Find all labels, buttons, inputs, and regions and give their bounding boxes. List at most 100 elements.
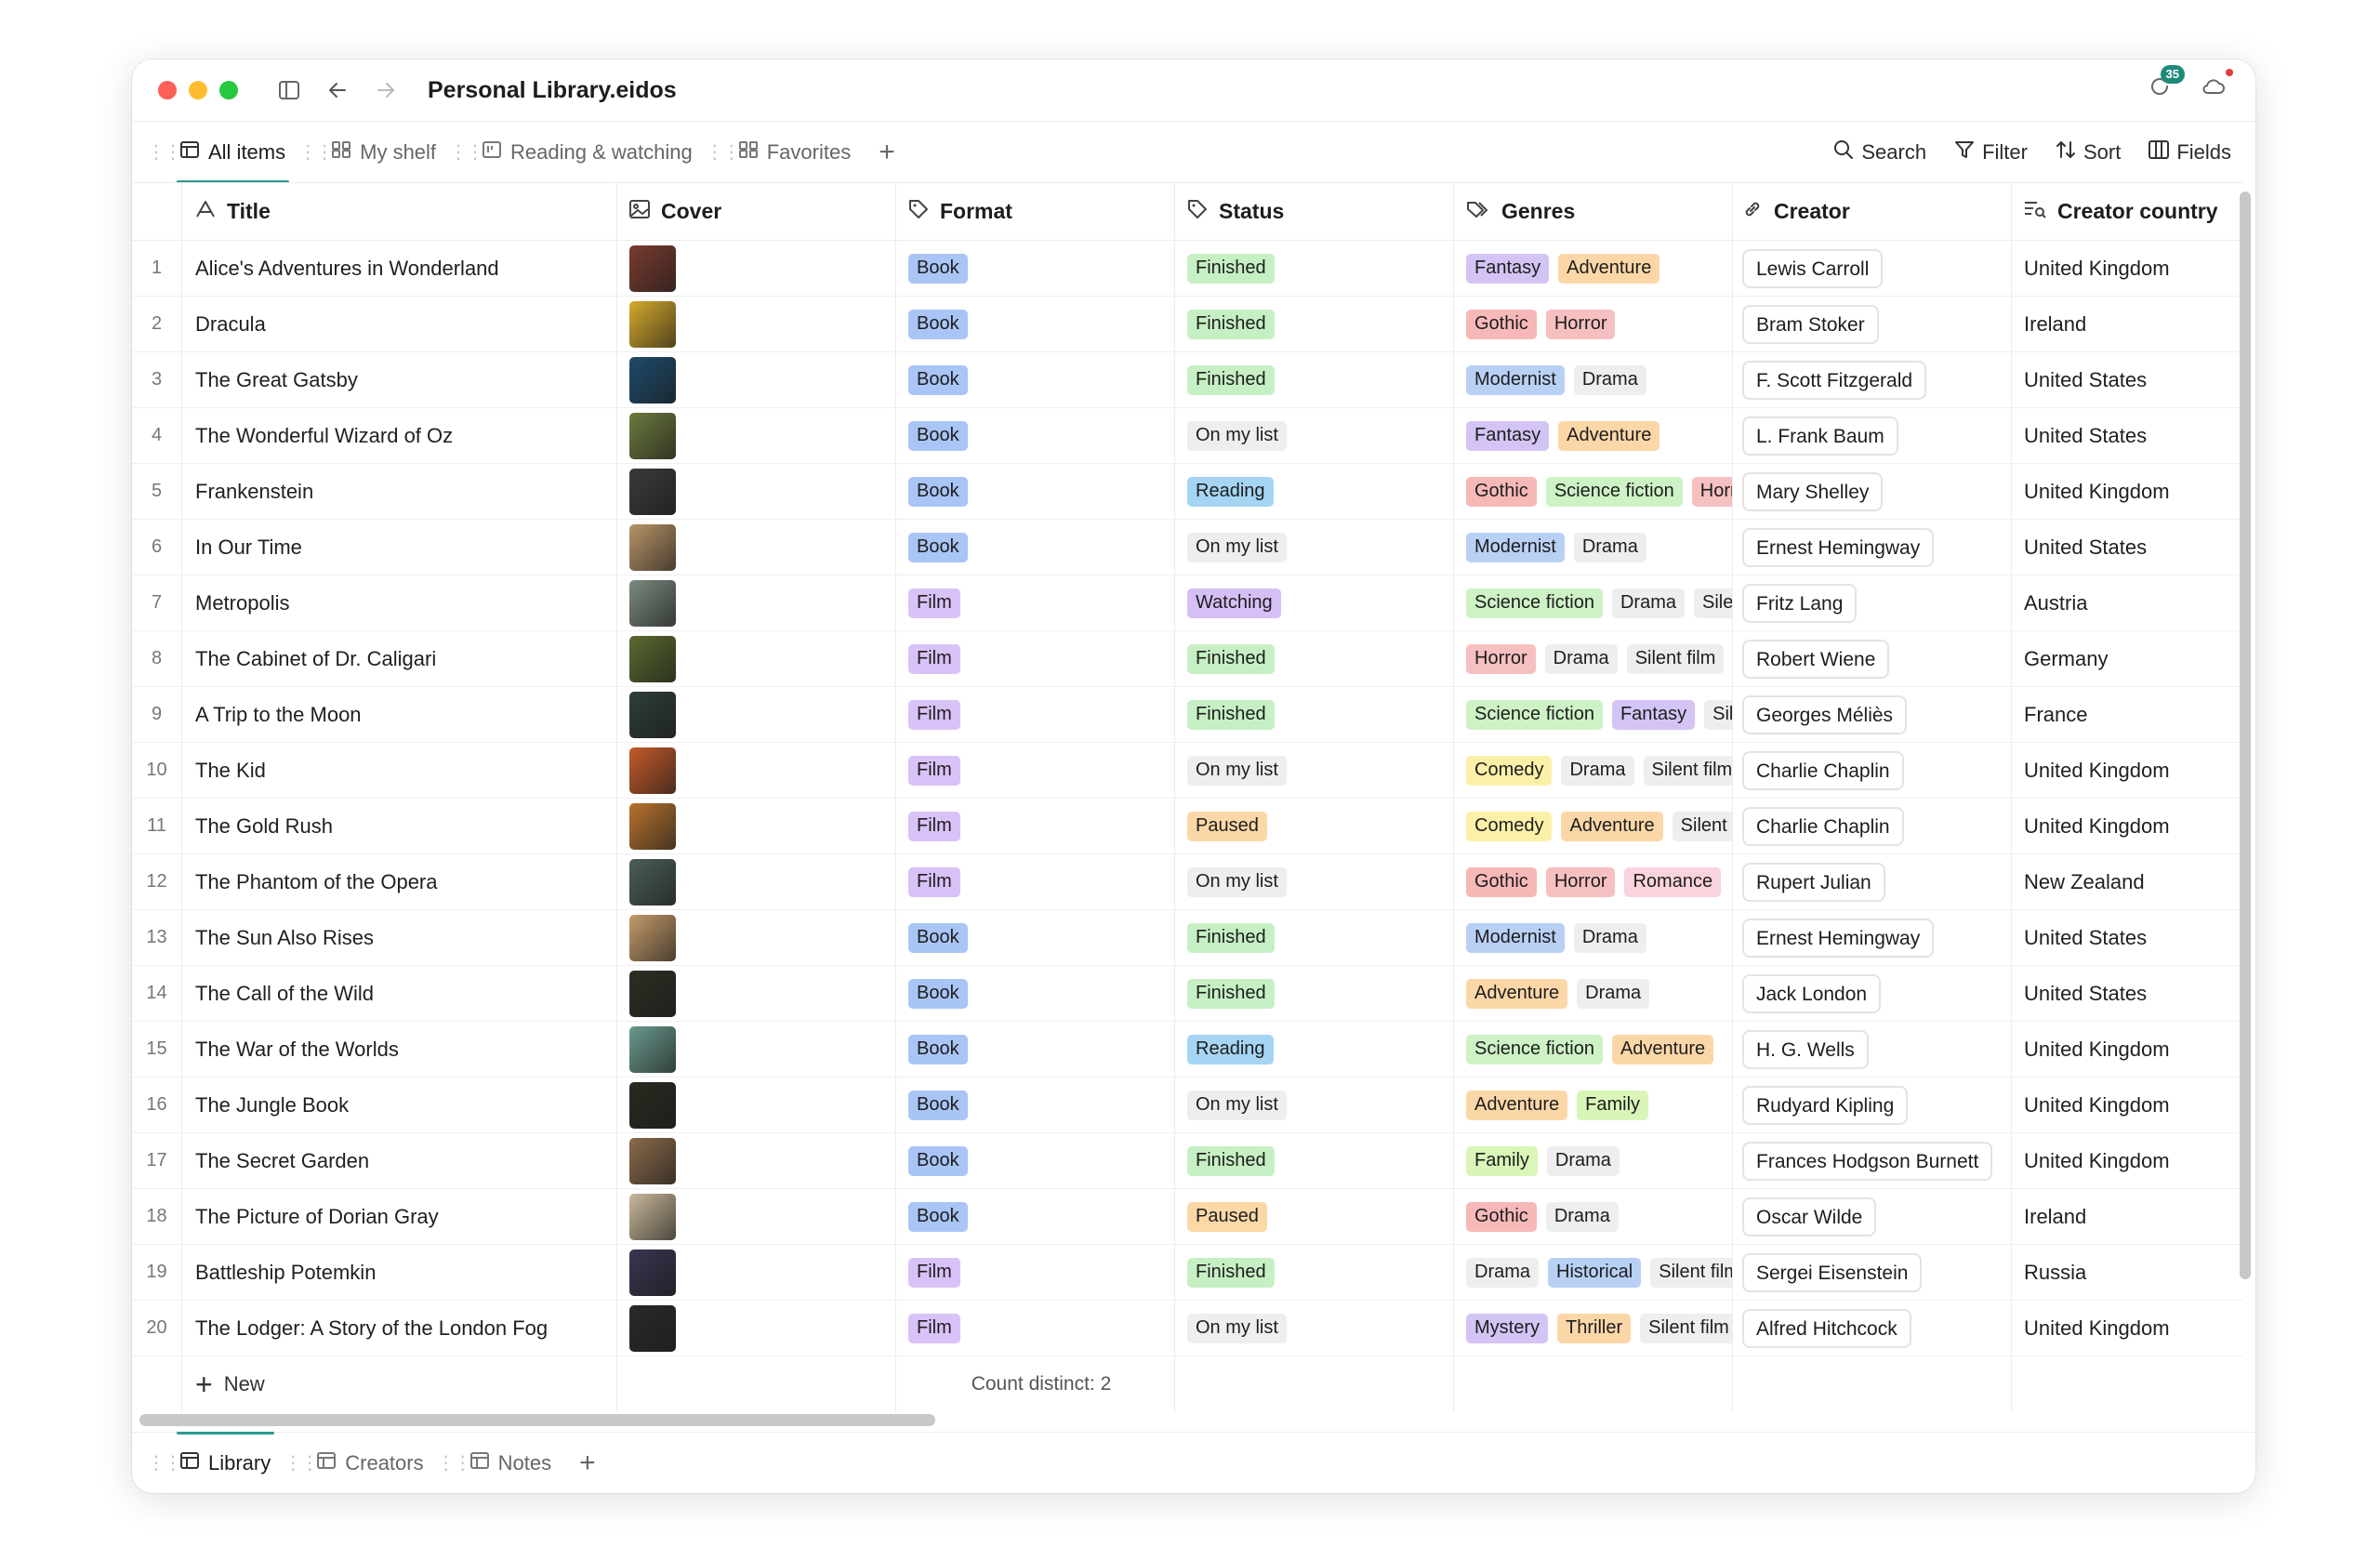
title-cell[interactable]: The Picture of Dorian Gray: [182, 1189, 617, 1244]
creator-country-cell[interactable]: Austria: [2012, 575, 2242, 630]
genres-cell[interactable]: Adventure Drama: [1454, 966, 1733, 1021]
zoom-window-button[interactable]: [219, 81, 238, 99]
drag-handle-icon[interactable]: ⋮⋮: [147, 1451, 182, 1474]
add-view-button[interactable]: +: [879, 137, 895, 168]
creator-cell[interactable]: Mary Shelley: [1733, 464, 2012, 519]
creator-link[interactable]: H. G. Wells: [1742, 1029, 1869, 1069]
title-cell[interactable]: Battleship Potemkin: [182, 1245, 617, 1300]
cover-thumbnail[interactable]: [629, 914, 676, 961]
title-cell[interactable]: Dracula: [182, 297, 617, 351]
creator-cell[interactable]: Rudyard Kipling: [1733, 1078, 2012, 1132]
format-cell[interactable]: Film: [896, 743, 1175, 798]
title-cell[interactable]: Frankenstein: [182, 464, 617, 519]
cover-cell[interactable]: [617, 1245, 896, 1300]
creator-link[interactable]: Frances Hodgson Burnett: [1742, 1141, 1993, 1181]
creator-link[interactable]: Alfred Hitchcock: [1742, 1308, 1911, 1348]
creator-link[interactable]: Rupert Julian: [1742, 862, 1885, 902]
creator-link[interactable]: Ernest Hemingway: [1742, 918, 1935, 958]
cover-thumbnail[interactable]: [629, 579, 676, 627]
drag-handle-icon[interactable]: ⋮⋮: [284, 1451, 319, 1474]
cover-cell[interactable]: [617, 910, 896, 965]
creator-country-cell[interactable]: Ireland: [2012, 297, 2242, 351]
add-table-button[interactable]: +: [579, 1448, 596, 1479]
table-row[interactable]: 5 Frankenstein Book Reading Gothic Science fi…: [132, 464, 2242, 520]
genres-cell[interactable]: Modernist Drama: [1454, 910, 1733, 965]
creator-cell[interactable]: L. Frank Baum: [1733, 408, 2012, 463]
format-cell[interactable]: Book: [896, 297, 1175, 351]
column-header-genres[interactable]: Genres: [1454, 183, 1733, 240]
footer-genres-cell[interactable]: [1454, 1356, 1733, 1412]
creator-country-cell[interactable]: United States: [2012, 966, 2242, 1021]
title-cell[interactable]: The Kid: [182, 743, 617, 798]
creator-cell[interactable]: Alfred Hitchcock: [1733, 1301, 2012, 1355]
format-cell[interactable]: Book: [896, 910, 1175, 965]
creator-link[interactable]: Oscar Wilde: [1742, 1197, 1877, 1236]
creator-link[interactable]: Lewis Carroll: [1742, 248, 1884, 288]
drag-handle-icon[interactable]: ⋮⋮: [706, 140, 741, 164]
status-cell[interactable]: On my list: [1175, 520, 1454, 575]
creator-cell[interactable]: Fritz Lang: [1733, 575, 2012, 630]
drag-handle-icon[interactable]: ⋮⋮: [298, 140, 334, 164]
footer-status-cell[interactable]: [1175, 1356, 1454, 1412]
title-cell[interactable]: The Secret Garden: [182, 1133, 617, 1188]
cover-cell[interactable]: [617, 799, 896, 853]
creator-link[interactable]: L. Frank Baum: [1742, 416, 1898, 456]
cover-cell[interactable]: [617, 854, 896, 909]
creator-cell[interactable]: Robert Wiene: [1733, 631, 2012, 686]
minimize-window-button[interactable]: [189, 81, 207, 99]
creator-link[interactable]: Charlie Chaplin: [1742, 806, 1904, 846]
creator-country-cell[interactable]: United States: [2012, 408, 2242, 463]
table-row[interactable]: 3 The Great Gatsby Book Finished Modernist Dr…: [132, 352, 2242, 408]
cover-thumbnail[interactable]: [629, 1081, 676, 1129]
title-cell[interactable]: The Gold Rush: [182, 799, 617, 853]
status-cell[interactable]: Finished: [1175, 241, 1454, 296]
cover-cell[interactable]: [617, 297, 896, 351]
status-cell[interactable]: Finished: [1175, 1133, 1454, 1188]
column-header-cover[interactable]: Cover: [617, 183, 896, 240]
format-cell[interactable]: Book: [896, 1078, 1175, 1132]
view-tab-favorites[interactable]: Favorites: [726, 122, 864, 183]
creator-link[interactable]: Jack London: [1742, 973, 1882, 1013]
cover-thumbnail[interactable]: [629, 245, 676, 292]
creator-cell[interactable]: Lewis Carroll: [1733, 241, 2012, 296]
table-row[interactable]: 11 The Gold Rush Film Paused Comedy Adventure…: [132, 799, 2242, 854]
column-header-format[interactable]: Format: [896, 183, 1175, 240]
title-cell[interactable]: The Sun Also Rises: [182, 910, 617, 965]
table-tab-library[interactable]: Library: [167, 1431, 284, 1494]
status-cell[interactable]: On my list: [1175, 408, 1454, 463]
drag-handle-icon[interactable]: ⋮⋮: [449, 140, 484, 164]
creator-country-cell[interactable]: United Kingdom: [2012, 464, 2242, 519]
back-arrow-icon[interactable]: [324, 76, 351, 104]
genres-cell[interactable]: Family Drama: [1454, 1133, 1733, 1188]
cover-thumbnail[interactable]: [629, 691, 676, 738]
cover-thumbnail[interactable]: [629, 412, 676, 459]
cover-thumbnail[interactable]: [629, 970, 676, 1017]
format-cell[interactable]: Film: [896, 631, 1175, 686]
creator-cell[interactable]: Jack London: [1733, 966, 2012, 1021]
status-cell[interactable]: On my list: [1175, 743, 1454, 798]
creator-country-cell[interactable]: United Kingdom: [2012, 1133, 2242, 1188]
format-cell[interactable]: Book: [896, 352, 1175, 407]
genres-cell[interactable]: Science fiction Adventure: [1454, 1022, 1733, 1077]
genres-cell[interactable]: Gothic Science fiction Horror: [1454, 464, 1733, 519]
genres-cell[interactable]: Science fiction Drama Silent film: [1454, 575, 1733, 630]
table-row[interactable]: 4 The Wonderful Wizard of Oz Book On my lis…: [132, 408, 2242, 464]
creator-country-cell[interactable]: Ireland: [2012, 1189, 2242, 1244]
fields-button[interactable]: Fields: [2149, 140, 2231, 165]
cover-cell[interactable]: [617, 464, 896, 519]
creator-link[interactable]: Sergei Eisenstein: [1742, 1252, 1923, 1292]
genres-cell[interactable]: Fantasy Adventure: [1454, 408, 1733, 463]
creator-cell[interactable]: F. Scott Fitzgerald: [1733, 352, 2012, 407]
cover-cell[interactable]: [617, 575, 896, 630]
cover-cell[interactable]: [617, 1189, 896, 1244]
status-cell[interactable]: Finished: [1175, 1245, 1454, 1300]
genres-cell[interactable]: Modernist Drama: [1454, 520, 1733, 575]
creator-cell[interactable]: Georges Méliès: [1733, 687, 2012, 742]
status-cell[interactable]: Watching: [1175, 575, 1454, 630]
view-tab-reading-watching[interactable]: Reading & watching: [469, 122, 706, 183]
status-cell[interactable]: Finished: [1175, 910, 1454, 965]
status-cell[interactable]: Finished: [1175, 687, 1454, 742]
title-cell[interactable]: The Call of the Wild: [182, 966, 617, 1021]
genres-cell[interactable]: Horror Drama Silent film: [1454, 631, 1733, 686]
genres-cell[interactable]: Comedy Adventure Silent film: [1454, 799, 1733, 853]
